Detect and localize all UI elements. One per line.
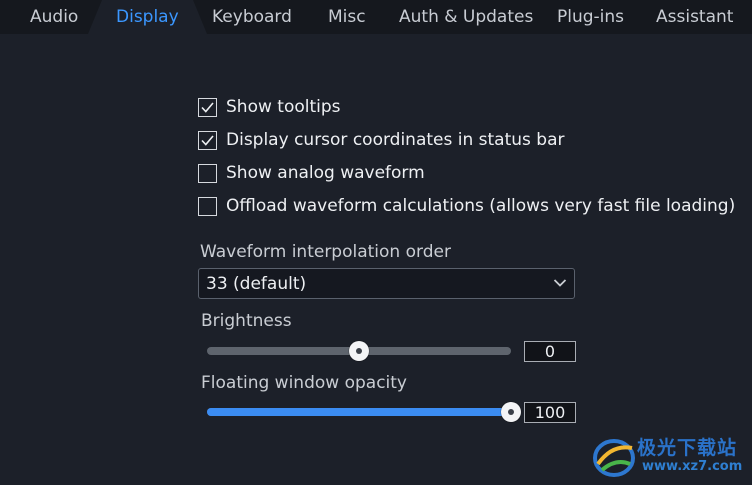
tab-assistant[interactable]: Assistant xyxy=(656,0,733,34)
chevron-down-icon xyxy=(553,279,567,287)
offload-waveform-checkbox[interactable] xyxy=(198,196,217,216)
analog-waveform-checkbox[interactable] xyxy=(198,163,217,183)
interpolation-select[interactable]: 33 (default) xyxy=(198,268,575,299)
slider-thumb[interactable] xyxy=(501,402,521,422)
check-icon xyxy=(201,134,214,146)
option-label: Show tooltips xyxy=(226,97,341,117)
watermark-brand: 极光下载站 xyxy=(637,437,738,459)
tab-plugins[interactable]: Plug-ins xyxy=(557,0,624,34)
option-analog-waveform[interactable]: Show analog waveform xyxy=(198,161,425,185)
brightness-label: Brightness xyxy=(201,311,292,331)
slider-thumb[interactable] xyxy=(349,341,369,361)
slider-fill xyxy=(207,408,511,416)
cursor-coordinates-checkbox[interactable] xyxy=(198,130,217,150)
opacity-label: Floating window opacity xyxy=(201,373,407,393)
check-icon xyxy=(201,101,214,113)
interpolation-value: 33 (default) xyxy=(206,273,307,294)
tab-keyboard[interactable]: Keyboard xyxy=(212,0,292,34)
tab-misc[interactable]: Misc xyxy=(328,0,366,34)
watermark-url: www.xz7.com xyxy=(642,459,743,474)
opacity-input[interactable]: 100 xyxy=(524,402,576,423)
option-offload-waveform[interactable]: Offload waveform calculations (allows ve… xyxy=(198,194,735,218)
tab-auth-updates[interactable]: Auth & Updates xyxy=(399,0,533,34)
tab-audio[interactable]: Audio xyxy=(30,0,78,34)
show-tooltips-checkbox[interactable] xyxy=(198,97,217,117)
watermark-logo-icon xyxy=(593,439,635,477)
option-show-tooltips[interactable]: Show tooltips xyxy=(198,95,341,119)
tab-bar: Audio Display Keyboard Misc Auth & Updat… xyxy=(0,0,752,34)
option-label: Offload waveform calculations (allows ve… xyxy=(226,196,736,216)
opacity-slider[interactable] xyxy=(207,401,521,422)
option-label: Show analog waveform xyxy=(226,163,425,183)
option-cursor-coordinates[interactable]: Display cursor coordinates in status bar xyxy=(198,128,565,152)
tab-display[interactable]: Display xyxy=(88,0,207,34)
watermark: 极光下载站 www.xz7.com xyxy=(592,430,752,485)
brightness-input[interactable]: 0 xyxy=(524,341,576,362)
brightness-slider[interactable] xyxy=(207,340,511,361)
option-label: Display cursor coordinates in status bar xyxy=(226,130,565,150)
interpolation-label: Waveform interpolation order xyxy=(200,242,451,262)
